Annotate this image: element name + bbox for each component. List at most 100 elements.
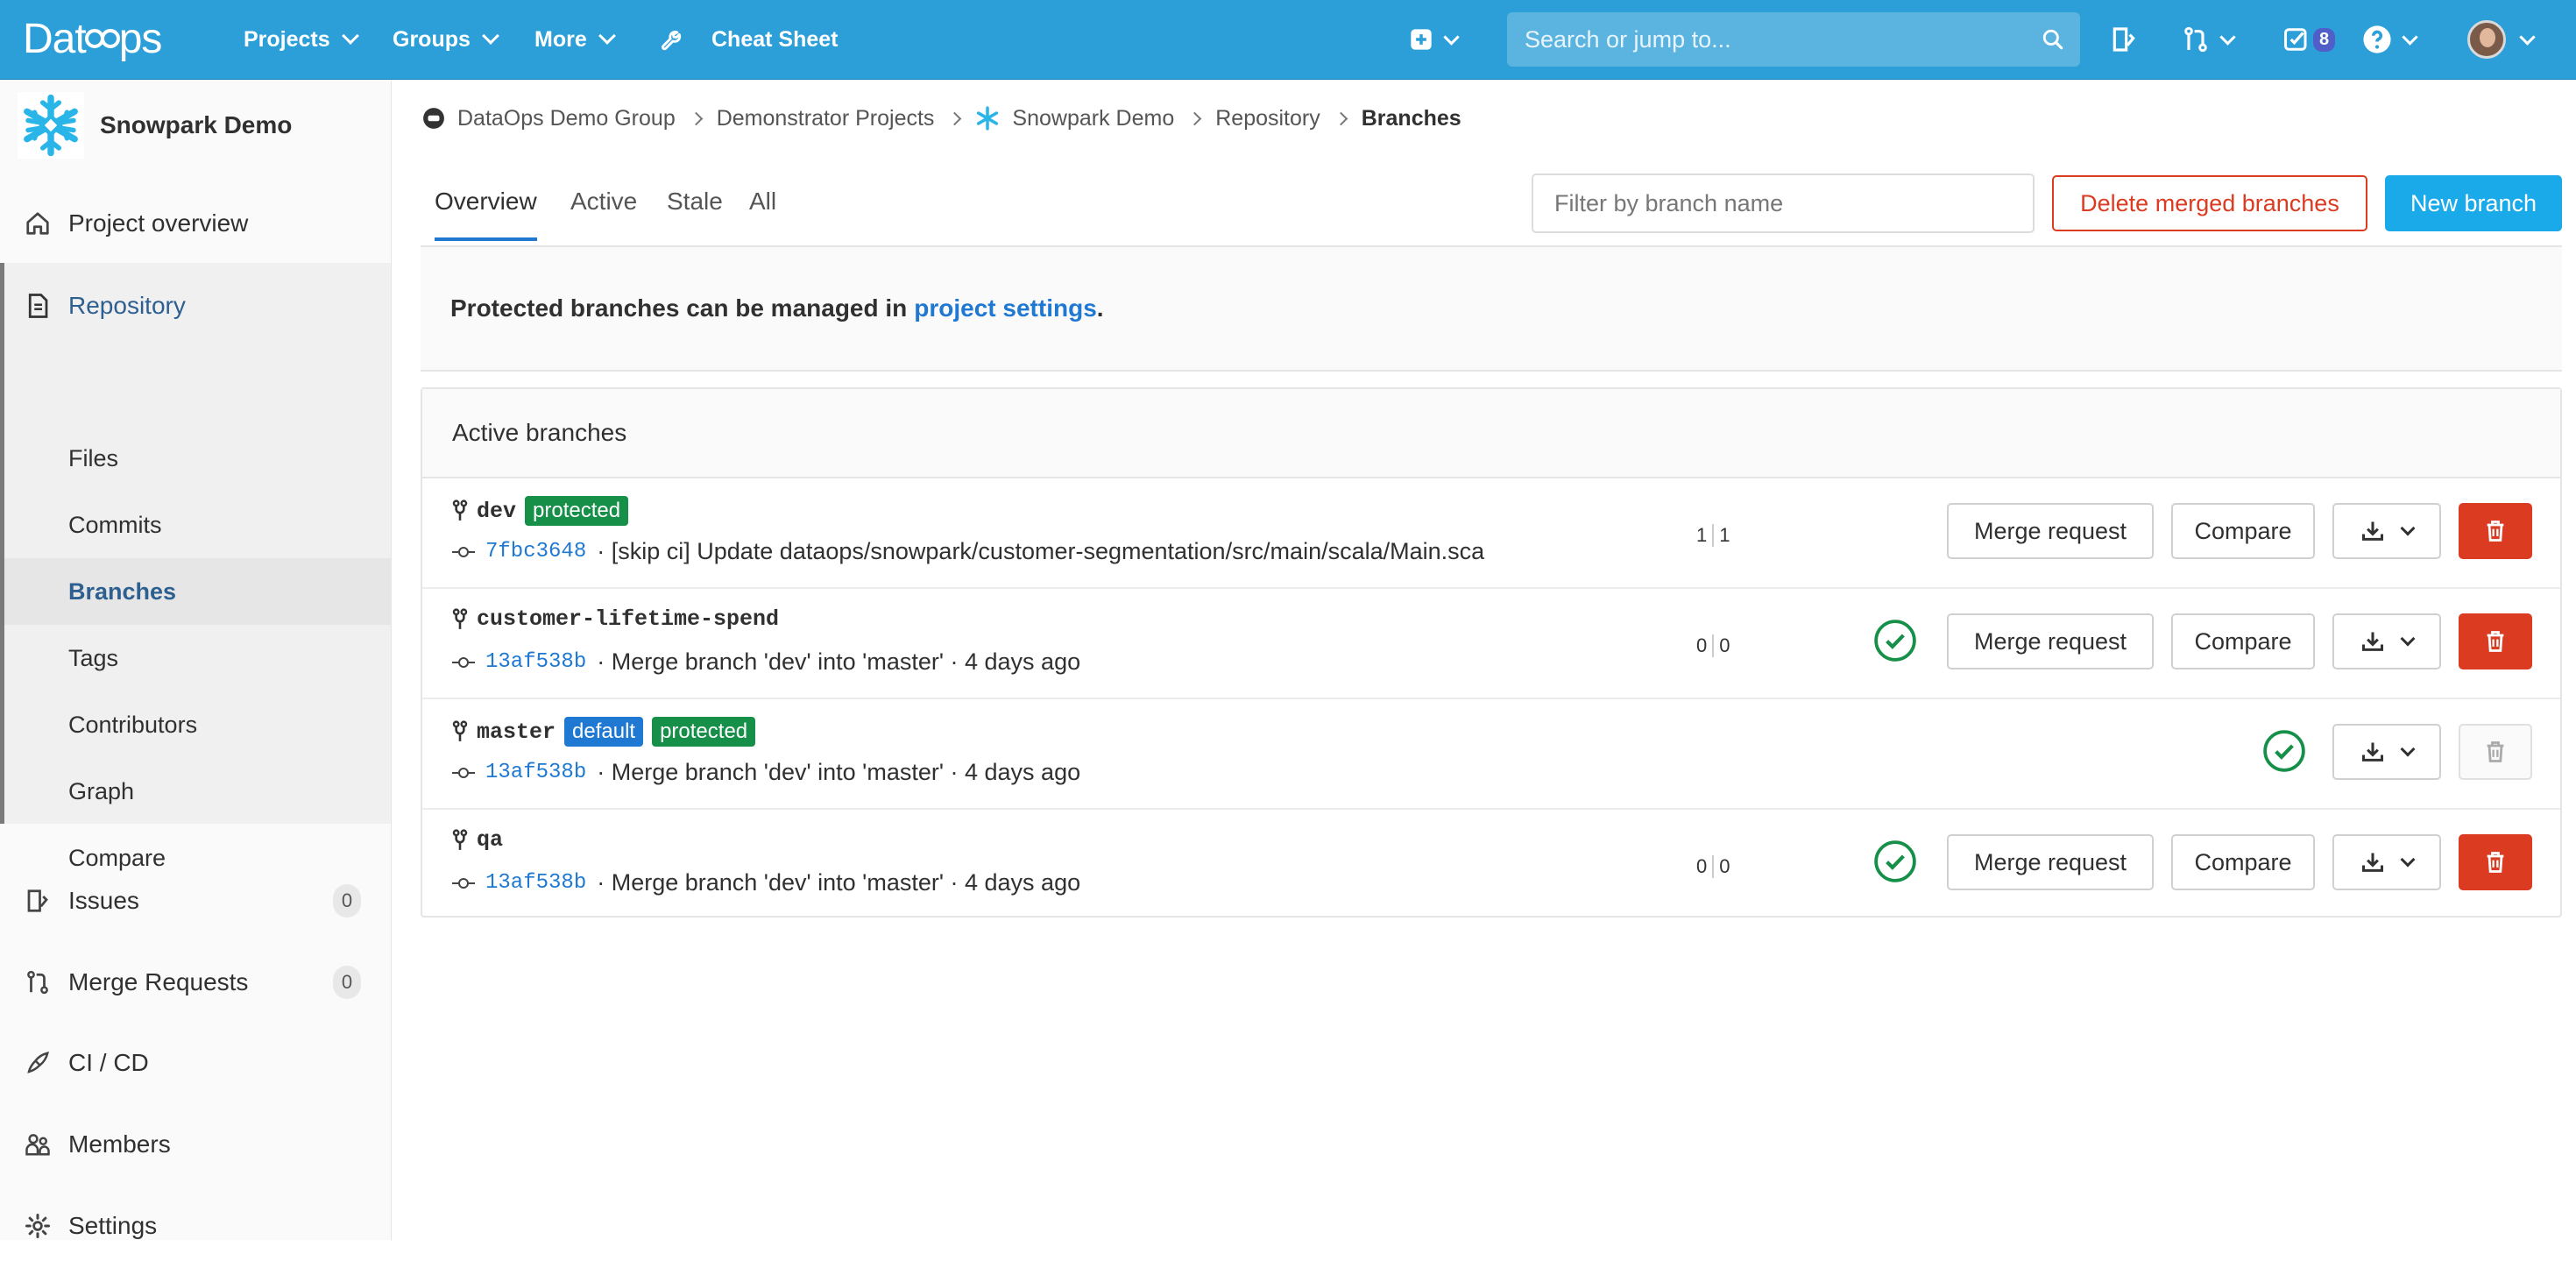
issues-shortcut[interactable] xyxy=(2110,16,2138,63)
branch-name[interactable]: dev xyxy=(477,499,516,524)
branch-name-group: customer-lifetime-spend xyxy=(452,606,779,632)
merge-requests-count-badge: 0 xyxy=(333,966,361,999)
sidebar-subitem-contributors[interactable]: Contributors xyxy=(0,691,391,758)
download-dropdown-button[interactable] xyxy=(2332,834,2441,890)
sidebar-item-label: Project overview xyxy=(68,209,249,237)
delete-branch-button[interactable] xyxy=(2459,613,2532,669)
breadcrumb-item[interactable]: Repository xyxy=(1215,106,1320,131)
issues-count-badge: 0 xyxy=(333,884,361,917)
tab-all[interactable]: All xyxy=(749,188,776,216)
commit-icon xyxy=(452,877,475,889)
compare-button[interactable]: Compare xyxy=(2171,613,2315,669)
new-dropdown[interactable] xyxy=(1409,16,1460,63)
search-input[interactable] xyxy=(1523,25,2042,54)
breadcrumb-current[interactable]: Branches xyxy=(1362,106,1461,131)
branch-icon xyxy=(452,720,468,741)
commit-sha-link[interactable]: 13af538b xyxy=(485,650,586,674)
breadcrumb-item[interactable]: DataOps Demo Group xyxy=(457,106,676,131)
compare-button[interactable]: Compare xyxy=(2171,834,2315,890)
protected-branches-notice: Protected branches can be managed in pro… xyxy=(421,247,2562,372)
sidebar-item-label: Repository xyxy=(68,292,186,319)
tab-stale[interactable]: Stale xyxy=(667,188,723,216)
pipeline-status-passed-icon[interactable] xyxy=(1873,839,1917,883)
merge-request-icon xyxy=(27,970,48,995)
download-dropdown-button[interactable] xyxy=(2332,724,2441,780)
commit-sha-link[interactable]: 7fbc3648 xyxy=(485,540,586,563)
commits-ahead-count: 0 xyxy=(1719,634,1730,656)
nav-cheat-sheet[interactable]: Cheat Sheet xyxy=(659,0,838,79)
sidebar-item-members[interactable]: Members xyxy=(0,1109,391,1180)
project-settings-link[interactable]: project settings xyxy=(914,294,1096,322)
sidebar-item-issues[interactable]: Issues 0 xyxy=(0,866,391,936)
sidebar-subitem-graph[interactable]: Graph xyxy=(0,758,391,825)
search-box[interactable] xyxy=(1507,12,2080,67)
download-icon xyxy=(2361,853,2384,872)
branch-filter-input[interactable] xyxy=(1553,188,2013,218)
breadcrumb-item[interactable]: Demonstrator Projects xyxy=(717,106,935,131)
issues-icon xyxy=(27,889,48,912)
nav-groups[interactable]: Groups xyxy=(393,0,499,79)
delete-branch-button[interactable] xyxy=(2459,503,2532,559)
merge-request-button[interactable]: Merge request xyxy=(1947,834,2154,890)
sidebar-subitem-label: Contributors xyxy=(68,711,198,738)
sidebar-project-name: Snowpark Demo xyxy=(100,111,293,138)
sidebar-subitem-files[interactable]: Files xyxy=(0,425,391,492)
pipeline-status-passed-icon[interactable] xyxy=(1873,619,1917,662)
commit-sha-link[interactable]: 13af538b xyxy=(485,871,586,895)
sidebar-subitem-commits[interactable]: Commits xyxy=(0,492,391,558)
issues-icon xyxy=(2112,27,2135,52)
new-branch-button[interactable]: New branch xyxy=(2385,175,2562,231)
pipeline-status-passed-icon[interactable] xyxy=(2262,729,2306,773)
sidebar-subitem-branches[interactable]: Branches xyxy=(4,558,391,625)
commit-message: · [skip ci] Update dataops/snowpark/cust… xyxy=(597,538,1485,564)
branch-row: customer-lifetime-spend 13af538b · Merge b… xyxy=(422,587,2560,699)
merge-request-icon xyxy=(2184,26,2207,53)
user-menu[interactable] xyxy=(2467,16,2536,63)
nav-more-label: More xyxy=(534,26,587,52)
nav-more[interactable]: More xyxy=(534,0,616,79)
compare-button[interactable]: Compare xyxy=(2171,503,2315,559)
sidebar-item-merge-requests[interactable]: Merge Requests 0 xyxy=(0,947,391,1017)
nav-projects[interactable]: Projects xyxy=(244,0,359,79)
sidebar-item-repository[interactable]: Repository xyxy=(0,271,391,341)
notice-text: Protected branches can be managed in xyxy=(450,294,908,322)
branch-icon xyxy=(452,499,468,521)
divergence-graph: 11 xyxy=(1696,524,1730,547)
tab-active[interactable]: Active xyxy=(570,188,637,216)
branch-name-group: master default protected xyxy=(452,717,756,747)
sidebar-subitem-label: Files xyxy=(68,444,119,471)
sidebar-item-project-overview[interactable]: Project overview xyxy=(0,188,391,259)
sidebar-item-ci-cd[interactable]: CI / CD xyxy=(0,1028,391,1098)
sidebar-item-settings[interactable]: Settings xyxy=(0,1191,391,1261)
branch-name[interactable]: customer-lifetime-spend xyxy=(477,606,779,632)
tab-overview[interactable]: Overview xyxy=(435,188,537,241)
chevron-down-icon xyxy=(2519,28,2536,46)
chevron-down-icon xyxy=(2400,521,2416,536)
delete-merged-branches-button[interactable]: Delete merged branches xyxy=(2052,175,2367,231)
brand-text-start: Dat xyxy=(23,15,87,62)
commit-sha-link[interactable]: 13af538b xyxy=(485,761,586,784)
branch-name[interactable]: master xyxy=(477,719,556,745)
sidebar-project-header[interactable]: Snowpark Demo xyxy=(18,92,292,159)
merge-request-button[interactable]: Merge request xyxy=(1947,613,2154,669)
sidebar-item-label: Settings xyxy=(68,1212,158,1239)
branch-icon xyxy=(452,607,468,629)
search-icon xyxy=(2042,29,2063,50)
chevron-right-icon xyxy=(1187,111,1202,125)
download-dropdown-button[interactable] xyxy=(2332,503,2441,559)
breadcrumb-item[interactable]: Snowpark Demo xyxy=(1012,106,1174,131)
branch-filter[interactable] xyxy=(1532,174,2035,233)
merge-requests-shortcut[interactable] xyxy=(2182,16,2236,63)
branch-name[interactable]: qa xyxy=(477,827,503,853)
todos-shortcut[interactable]: 8 xyxy=(2283,16,2336,63)
download-dropdown-button[interactable] xyxy=(2332,613,2441,669)
delete-branch-button[interactable] xyxy=(2459,834,2532,890)
merge-request-button[interactable]: Merge request xyxy=(1947,503,2154,559)
commit-icon xyxy=(452,656,475,669)
download-icon xyxy=(2361,632,2384,651)
sidebar-subitem-tags[interactable]: Tags xyxy=(0,625,391,691)
sidebar-subitem-label: Graph xyxy=(68,777,135,804)
snowflake-icon xyxy=(977,106,999,131)
help-dropdown[interactable] xyxy=(2362,16,2418,63)
brand-logo[interactable]: Dat ps xyxy=(23,11,162,67)
